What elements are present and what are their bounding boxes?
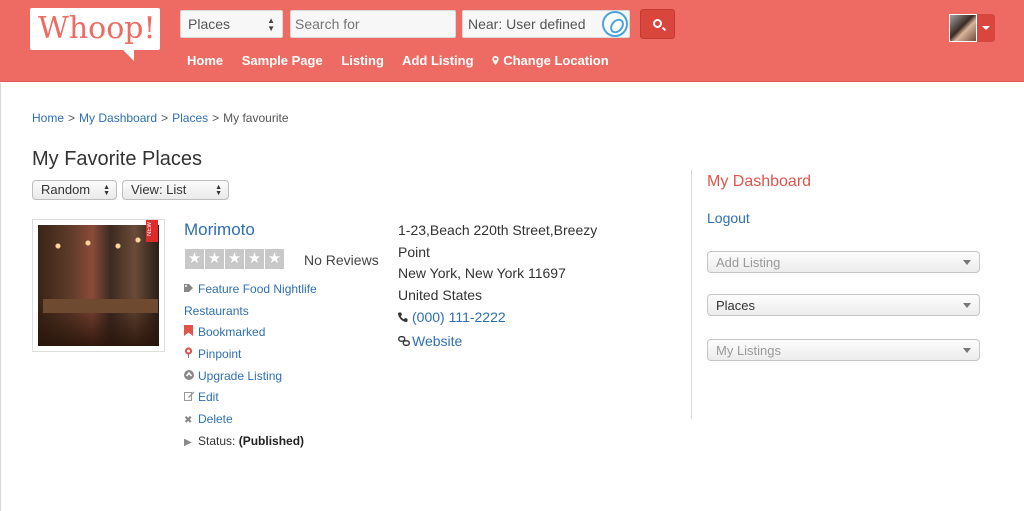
breadcrumb-home[interactable]: Home [32,111,64,125]
my-listings-select-value: My Listings [716,343,782,358]
photo-bar-counter [43,299,158,313]
phone-link[interactable]: (000) 111-2222 [412,309,506,325]
logo-text: Whoop! [38,11,156,46]
pinpoint-row: Pinpoint [184,344,317,366]
page-title: My Favorite Places [32,148,203,170]
sort-select-value: Random [41,182,91,197]
rating-stars: ★ ★ ★ ★ ★ [185,249,285,269]
breadcrumb-separator: > [161,111,169,125]
ribbon-text: NEW [147,222,153,236]
listing-tags[interactable]: Feature Food Nightlife [198,282,317,296]
address-line-1: 1-23,Beach 220th Street,Breezy [398,222,598,238]
add-listing-select-value: Add Listing [716,255,781,270]
user-avatar[interactable] [949,14,977,42]
nav-add-listing[interactable]: Add Listing [402,53,474,68]
address-line-4: United States [398,287,483,304]
search-button[interactable] [640,9,675,39]
status-value: (Published) [238,433,305,448]
reviews-count: No Reviews [304,252,379,268]
breadcrumb: Home > My Dashboard > Places > My favourite [32,111,289,125]
sidebar-divider [691,170,692,419]
top-header: Whoop! Places ▲▼ Near: User defined Home… [0,0,1024,82]
places-select-value: Places [716,298,756,313]
website-row: Website [397,331,613,355]
upgrade-row: Upgrade Listing [184,366,317,388]
listing-actions: Feature Food Nightlife Restaurants Bookm… [184,279,317,453]
select-arrows-icon: ▲ ▼ [267,16,275,33]
edit-row: Edit [184,387,317,409]
tags-row: Feature Food Nightlife [184,279,317,301]
upgrade-listing-link[interactable]: Upgrade Listing [198,369,282,383]
locate-compass-icon[interactable] [602,11,628,37]
listing-address: 1-23,Beach 220th Street,Breezy Point New… [397,220,613,355]
website-link[interactable]: Website [412,333,462,349]
phone-row: (000) 111-2222 [398,307,613,331]
chevron-down-icon [963,303,971,308]
places-select[interactable]: Places [707,294,980,316]
category-select[interactable]: Places ▲ ▼ [180,10,283,38]
breadcrumb-dashboard[interactable]: My Dashboard [79,111,157,125]
view-select[interactable]: View: List ▲ ▼ [122,180,229,200]
nav-listing[interactable]: Listing [341,53,384,68]
play-icon: ▶ [184,436,192,448]
view-select-value: View: List [131,182,187,197]
status-row: ▶ Status: (Published) [184,431,317,453]
pinpoint-icon [184,345,198,367]
category-select-value: Places [188,16,231,32]
delete-x-icon: ✖ [184,415,193,427]
pinpoint-link[interactable]: Pinpoint [198,347,241,361]
logout-link[interactable]: Logout [707,210,750,226]
breadcrumb-current: My favourite [223,111,289,125]
breadcrumb-places[interactable]: Places [172,111,208,125]
link-icon [397,333,412,355]
upgrade-icon [184,367,198,389]
delete-row: ✖ Delete [184,409,317,431]
star-icon: ★ [265,249,285,269]
near-location-value: Near: User defined [468,16,586,32]
my-listings-select[interactable]: My Listings [707,339,980,361]
add-listing-select[interactable]: Add Listing [707,251,980,273]
phone-icon [398,309,412,331]
new-ribbon: NEW [146,220,158,242]
sidebar-title: My Dashboard [707,173,812,190]
nav-sample-page[interactable]: Sample Page [242,53,323,68]
select-arrows-icon: ▲ ▼ [103,184,110,197]
user-menu-caret-icon[interactable] [977,14,995,42]
star-icon: ★ [225,249,245,269]
bookmark-row: Bookmarked [184,322,317,344]
edit-icon [184,388,198,410]
listing-title[interactable]: Morimoto [184,220,255,240]
logo-speech-tail [122,49,134,61]
breadcrumb-separator: > [212,111,220,125]
photo-lights [48,231,148,261]
bookmarked-link[interactable]: Bookmarked [198,325,265,339]
delete-link[interactable]: Delete [198,412,233,426]
main-nav: Home Sample Page Listing Add Listing Cha… [187,53,639,68]
sort-select[interactable]: Random ▲ ▼ [32,180,117,200]
status-label: Status: [198,433,236,448]
site-logo[interactable]: Whoop! [30,8,160,61]
chevron-down-icon [963,348,971,353]
tags-icon [184,280,198,302]
star-icon: ★ [245,249,265,269]
star-icon: ★ [185,249,205,269]
tag-restaurants[interactable]: Restaurants [184,304,249,318]
search-icon [653,19,662,28]
edit-link[interactable]: Edit [198,390,219,404]
address-line-3: New York, New York 11697 [398,265,566,282]
select-arrows-icon: ▲ ▼ [215,184,222,197]
address-line-2: Point [398,243,430,260]
search-input[interactable] [290,10,456,38]
nav-change-location-label: Change Location [503,53,609,68]
tags-row-2: Restaurants [184,301,317,323]
bookmark-icon [184,323,198,345]
nav-home[interactable]: Home [187,53,223,68]
nav-change-location[interactable]: Change Location [492,53,623,68]
chevron-down-icon [963,260,971,265]
star-icon: ★ [205,249,225,269]
restaurant-photo [38,225,159,346]
breadcrumb-separator: > [68,111,76,125]
map-pin-icon [492,56,499,65]
left-border [0,83,1,511]
